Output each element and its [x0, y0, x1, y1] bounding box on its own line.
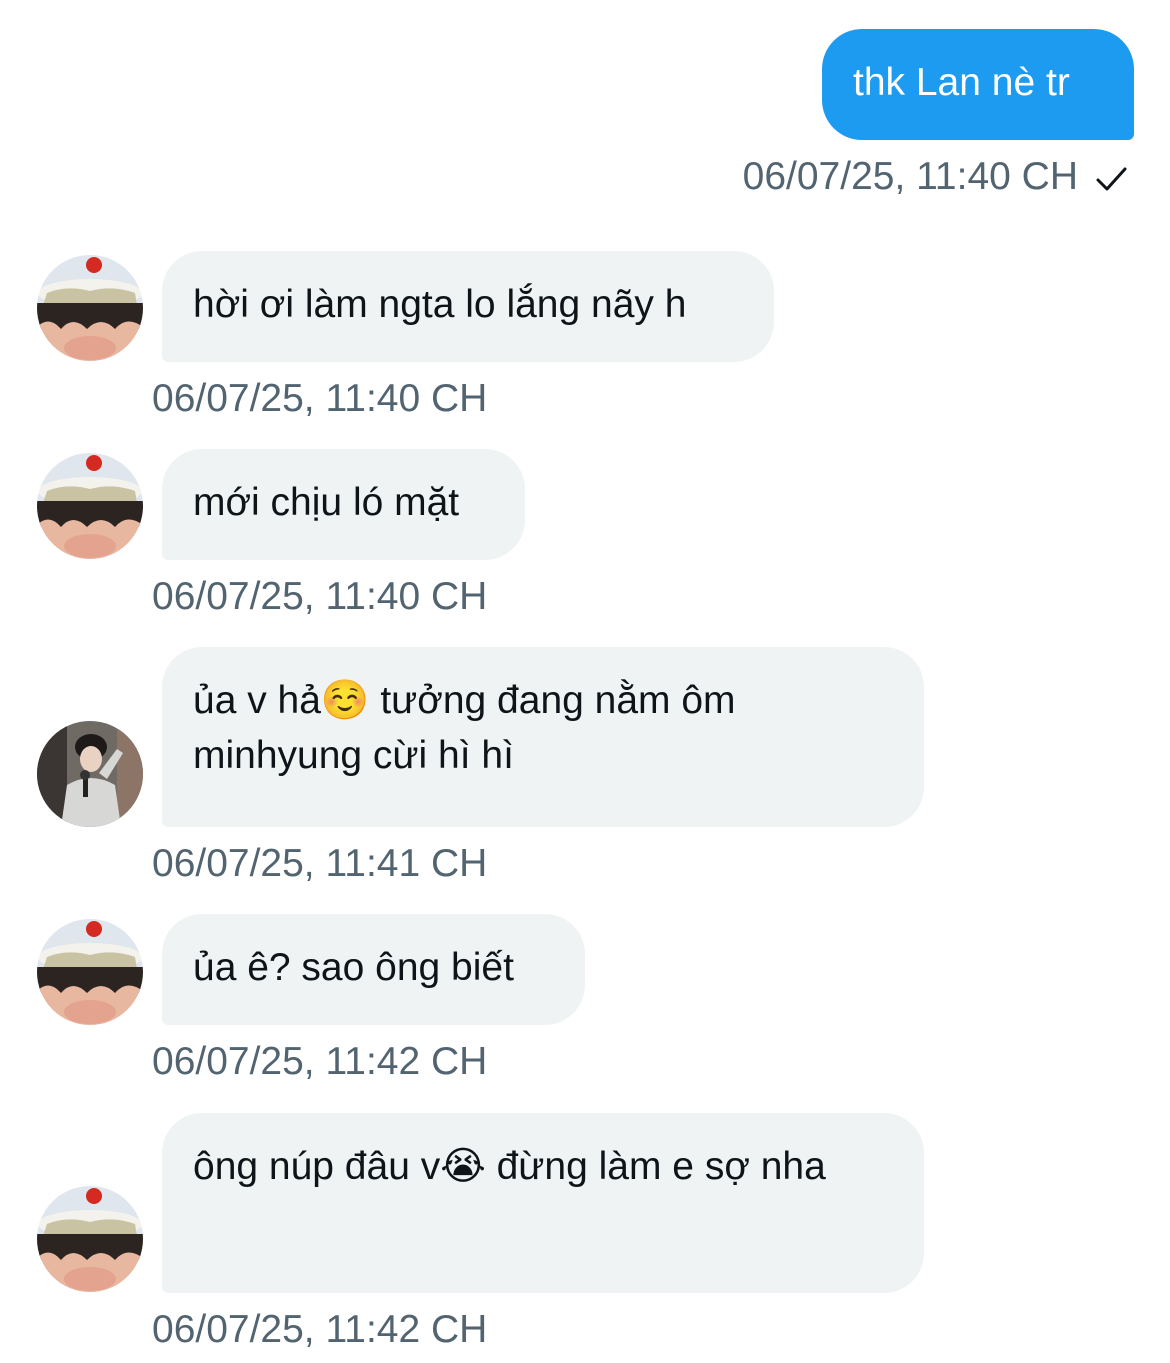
message-bubble-incoming[interactable]: ủa v hả☺️ tưởng đang nằm ôm minhyung cừi… [162, 647, 924, 827]
message-text: mới chịu ló mặt [193, 481, 460, 524]
message-text: thk Lan nè tr [853, 61, 1070, 104]
message-timestamp: 06/07/25, 11:42 CH [152, 1040, 488, 1083]
check-icon [1096, 167, 1127, 191]
avatar-cake-face[interactable] [37, 453, 143, 559]
avatar-cake-face[interactable] [37, 255, 143, 361]
message-timestamp: 06/07/25, 11:40 CH [742, 155, 1078, 198]
message-text: hời ơi làm ngta lo lắng nãy h [193, 283, 687, 326]
message-timestamp: 06/07/25, 11:42 CH [152, 1308, 488, 1351]
message-bubble-incoming[interactable]: ủa ê? sao ông biết [162, 914, 585, 1025]
message-text: ông núp đâu v😭 đừng làm e sợ nha [193, 1145, 826, 1188]
message-timestamp: 06/07/25, 11:41 CH [152, 842, 488, 885]
message-bubble-incoming[interactable]: mới chịu ló mặt [162, 449, 525, 560]
message-text: ủa v hả☺️ tưởng đang nằm ôm minhyung cừi… [193, 679, 736, 777]
message-bubble-incoming[interactable]: ông núp đâu v😭 đừng làm e sợ nha [162, 1113, 924, 1293]
avatar-cake-face[interactable] [37, 919, 143, 1025]
message-timestamp: 06/07/25, 11:40 CH [152, 575, 488, 618]
message-bubble-outgoing[interactable]: thk Lan nè tr [822, 29, 1134, 140]
avatar-person-mic[interactable] [37, 721, 143, 827]
avatar-cake-face[interactable] [37, 1186, 143, 1292]
message-timestamp: 06/07/25, 11:40 CH [152, 377, 488, 420]
message-bubble-incoming[interactable]: hời ơi làm ngta lo lắng nãy h [162, 251, 774, 362]
message-text: ủa ê? sao ông biết [193, 946, 514, 989]
